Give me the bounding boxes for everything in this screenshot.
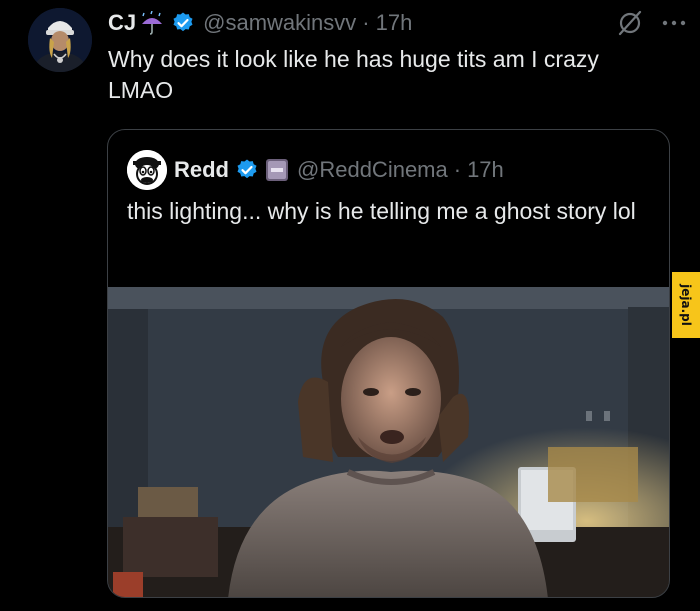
avatar-image	[28, 8, 92, 72]
tweet-text: Why does it look like he has huge tits a…	[108, 46, 599, 103]
affiliate-badge-icon[interactable]	[265, 158, 289, 182]
quote-time[interactable]: 17h	[467, 157, 504, 183]
more-options-icon[interactable]	[662, 19, 686, 27]
quoted-tweet[interactable]: Redd @ReddCinema · 17h this lighting... …	[107, 129, 670, 598]
video-still	[108, 287, 669, 597]
separator-dot: ·	[453, 157, 462, 182]
tweet-time[interactable]: 17h	[376, 10, 413, 36]
quote-header: Redd @ReddCinema · 17h	[174, 150, 504, 190]
watermark-text: jeja.pl	[679, 284, 694, 326]
verified-badge-icon[interactable]	[171, 11, 195, 35]
umbrella-rain-icon	[139, 11, 165, 35]
quote-avatar-image	[127, 150, 167, 190]
quote-avatar[interactable]	[127, 150, 167, 190]
tweet-header: CJ @samwakinsvv · 17h	[108, 6, 686, 40]
watermark: jeja.pl	[672, 272, 700, 338]
avatar[interactable]	[28, 8, 92, 72]
grok-icon[interactable]	[616, 9, 644, 37]
separator-dot: ·	[362, 10, 370, 35]
video-frame[interactable]	[108, 287, 669, 597]
quote-text: this lighting... why is he telling me a …	[127, 198, 636, 224]
author-name[interactable]: CJ	[108, 10, 136, 36]
quote-author-handle[interactable]: @ReddCinema	[297, 157, 448, 183]
quote-author-name[interactable]: Redd	[174, 157, 229, 183]
verified-badge-icon[interactable]	[235, 158, 259, 182]
author-handle[interactable]: @samwakinsvv	[203, 10, 356, 36]
